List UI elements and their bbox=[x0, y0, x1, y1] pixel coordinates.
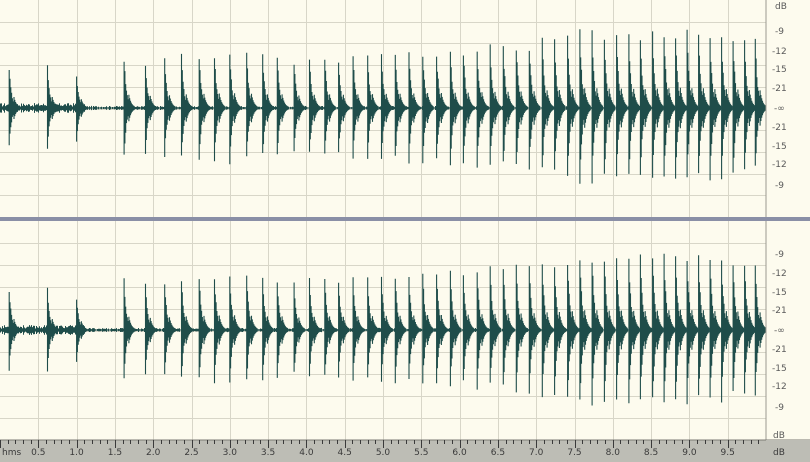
time-label: 7.5 bbox=[567, 448, 581, 458]
time-label: 7.0 bbox=[529, 448, 544, 458]
time-unit-label: hms bbox=[2, 448, 21, 458]
db-tick: -15 bbox=[772, 65, 787, 75]
time-label: 2.5 bbox=[184, 448, 198, 458]
db-tick: -∞ bbox=[774, 104, 785, 114]
waveform-display[interactable]: dB -9 -12 -15 -21 -∞ -21 -15 -12 -9 -9 -… bbox=[0, 0, 810, 462]
time-label: 3.0 bbox=[223, 448, 238, 458]
db-tick: -∞ bbox=[774, 326, 785, 336]
db-tick: -12 bbox=[772, 382, 787, 392]
time-label: 0.5 bbox=[31, 448, 45, 458]
db-tick: -15 bbox=[772, 364, 787, 374]
channel-left-db-scale: dB -9 -12 -15 -21 -∞ -21 -15 -12 -9 bbox=[765, 0, 810, 217]
channel-separator[interactable] bbox=[0, 217, 810, 221]
db-tick: -12 bbox=[772, 160, 787, 170]
timeline-ruler[interactable]: hms 0.5 1.0 1.5 2.0 2.5 3.0 3.5 4.0 4.5 5.0 5.5 6.0… bbox=[0, 439, 810, 462]
db-tick: -9 bbox=[775, 403, 784, 413]
db-tick: -12 bbox=[772, 269, 787, 279]
db-tick: -15 bbox=[772, 142, 787, 152]
time-label: 8.0 bbox=[606, 448, 621, 458]
time-label: 6.5 bbox=[491, 448, 505, 458]
db-tick: -15 bbox=[772, 288, 787, 298]
db-tick: -9 bbox=[775, 181, 784, 191]
channel-left[interactable] bbox=[0, 0, 767, 217]
ruler-db-unit: dB bbox=[773, 448, 785, 458]
waveform-editor[interactable]: dB -9 -12 -15 -21 -∞ -21 -15 -12 -9 -9 -… bbox=[0, 0, 810, 462]
time-label: 3.5 bbox=[261, 448, 275, 458]
time-label: 6.0 bbox=[452, 448, 467, 458]
time-label: 1.0 bbox=[69, 448, 84, 458]
db-tick: -9 bbox=[775, 250, 784, 260]
db-tick: -12 bbox=[772, 47, 787, 57]
db-tick: -21 bbox=[772, 345, 787, 355]
time-label: 2.0 bbox=[146, 448, 161, 458]
channel-right-db-scale: -9 -12 -15 -21 -∞ -21 -15 -12 -9 dB bbox=[765, 221, 810, 441]
db-tick: -21 bbox=[772, 306, 787, 316]
time-label: 5.5 bbox=[414, 448, 428, 458]
time-label: 8.5 bbox=[644, 448, 658, 458]
db-unit-label: dB bbox=[775, 2, 787, 12]
db-tick: -21 bbox=[772, 84, 787, 94]
time-label: 4.0 bbox=[299, 448, 314, 458]
time-label: 9.5 bbox=[721, 448, 735, 458]
db-tick: -9 bbox=[775, 27, 784, 37]
time-label: 4.5 bbox=[338, 448, 352, 458]
time-label: 5.0 bbox=[376, 448, 391, 458]
channel-right[interactable] bbox=[0, 221, 767, 440]
db-tick: -21 bbox=[772, 123, 787, 133]
time-label: 1.5 bbox=[108, 448, 122, 458]
time-label: 9.0 bbox=[682, 448, 697, 458]
